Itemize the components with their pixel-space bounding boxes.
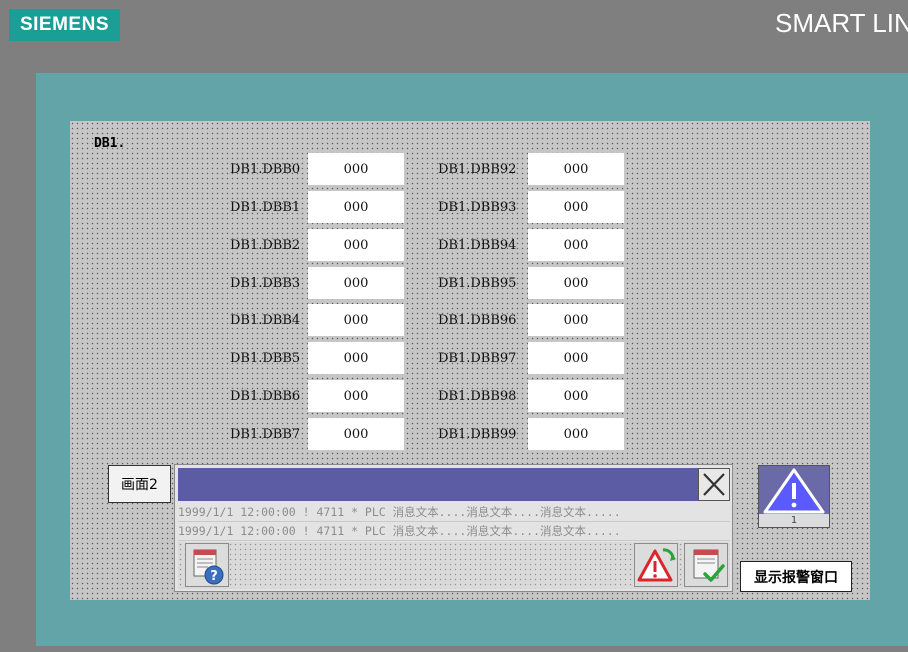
io-label: DB1.DBB93 bbox=[438, 200, 517, 215]
io-field[interactable]: 000 bbox=[308, 267, 404, 299]
acknowledge-button[interactable] bbox=[684, 543, 728, 587]
io-field[interactable]: 000 bbox=[528, 153, 624, 185]
io-label: DB1.DBB96 bbox=[438, 313, 517, 328]
help-button[interactable]: ? bbox=[185, 543, 229, 587]
io-label: DB1.DBB4 bbox=[230, 313, 301, 328]
io-field[interactable]: 000 bbox=[308, 380, 404, 412]
device-title: SMART LIN bbox=[775, 8, 908, 38]
io-label: DB1.DBB97 bbox=[438, 351, 517, 366]
io-label: DB1.DBB1 bbox=[230, 200, 301, 215]
alarm-view: 1999/1/1 12:00:00 ! 4711 * PLC 消息文本....消… bbox=[174, 464, 733, 592]
io-field[interactable]: 000 bbox=[528, 304, 624, 336]
alarm-toolbar: ? bbox=[178, 542, 730, 589]
loop-in-alarm-button[interactable] bbox=[634, 543, 678, 587]
screen-title: DB1. bbox=[94, 136, 126, 151]
io-field[interactable]: 000 bbox=[528, 229, 624, 261]
alarm-count: 1 bbox=[759, 514, 829, 527]
io-label: DB1.DBB92 bbox=[438, 162, 517, 177]
io-field[interactable]: 000 bbox=[528, 191, 624, 223]
io-field[interactable]: 000 bbox=[528, 418, 624, 450]
io-field[interactable]: 000 bbox=[308, 153, 404, 185]
io-field[interactable]: 000 bbox=[308, 229, 404, 261]
io-label: DB1.DBB5 bbox=[230, 351, 301, 366]
alarm-row[interactable]: 1999/1/1 12:00:00 ! 4711 * PLC 消息文本....消… bbox=[178, 522, 730, 541]
acknowledge-check-icon bbox=[693, 549, 725, 582]
io-label: DB1.DBB2 bbox=[230, 238, 301, 253]
warning-triangle-icon bbox=[763, 468, 825, 514]
warning-refresh-icon bbox=[637, 548, 676, 582]
io-field[interactable]: 000 bbox=[308, 342, 404, 374]
io-label: DB1.DBB6 bbox=[230, 389, 301, 404]
io-label: DB1.DBB98 bbox=[438, 389, 517, 404]
alarm-close-button[interactable] bbox=[698, 468, 730, 501]
io-field[interactable]: 000 bbox=[308, 304, 404, 336]
show-alarm-window-button[interactable]: 显示报警窗口 bbox=[740, 561, 852, 592]
io-field[interactable]: 000 bbox=[528, 267, 624, 299]
io-label: DB1.DBB99 bbox=[438, 427, 517, 442]
alarm-indicator[interactable]: 1 bbox=[758, 465, 830, 528]
help-question-icon: ? bbox=[193, 549, 224, 585]
screen2-button[interactable]: 画面2 bbox=[108, 465, 171, 503]
io-label: DB1.DBB3 bbox=[230, 276, 301, 291]
siemens-logo: SIEMENS bbox=[9, 9, 120, 41]
io-field[interactable]: 000 bbox=[308, 191, 404, 223]
io-label: DB1.DBB0 bbox=[230, 162, 301, 177]
io-label: DB1.DBB7 bbox=[230, 427, 301, 442]
close-x-icon bbox=[703, 473, 725, 496]
alarm-titlebar bbox=[178, 468, 698, 501]
io-field[interactable]: 000 bbox=[528, 342, 624, 374]
svg-text:?: ? bbox=[210, 569, 218, 584]
alarm-list[interactable]: 1999/1/1 12:00:00 ! 4711 * PLC 消息文本....消… bbox=[178, 503, 730, 541]
io-field[interactable]: 000 bbox=[528, 380, 624, 412]
alarm-row[interactable]: 1999/1/1 12:00:00 ! 4711 * PLC 消息文本....消… bbox=[178, 503, 730, 522]
io-label: DB1.DBB94 bbox=[438, 238, 517, 253]
io-field[interactable]: 000 bbox=[308, 418, 404, 450]
io-label: DB1.DBB95 bbox=[438, 276, 517, 291]
